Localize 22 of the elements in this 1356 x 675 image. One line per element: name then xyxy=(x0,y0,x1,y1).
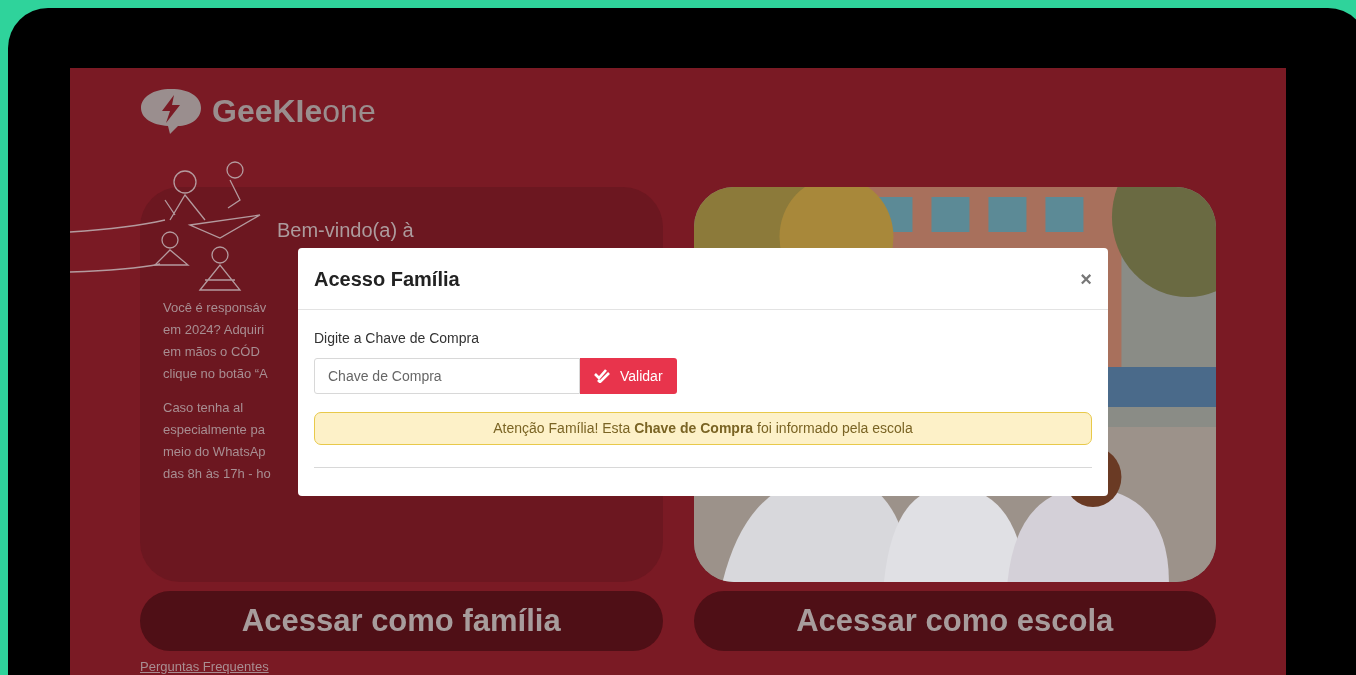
intro-text-line: meio do WhatsAp xyxy=(163,443,266,461)
field-label: Digite a Chave de Compra xyxy=(314,329,480,348)
logo-suffix: one xyxy=(322,92,376,131)
validate-button[interactable]: Validar xyxy=(580,358,677,394)
notice-alert: Atenção Família! Esta Chave de Compra foi informado pela escola xyxy=(314,412,1092,445)
logo-wordmark: GeeKIe xyxy=(212,92,323,131)
purchase-key-field[interactable]: Chave de Compra xyxy=(314,358,580,394)
lightning-bubble-icon xyxy=(140,87,202,135)
double-check-icon xyxy=(594,369,610,383)
intro-text-line: em 2024? Adquiri xyxy=(163,321,265,339)
intro-text-line: das 8h às 17h - ho xyxy=(163,465,271,483)
dialog-title: Acesso Família xyxy=(314,266,460,292)
intro-text-line: em mãos o CÓD xyxy=(163,343,260,361)
faq-link[interactable]: Perguntas Frequentes xyxy=(140,657,269,675)
access-button[interactable]: Acessar como escola xyxy=(693,591,1216,651)
close-button[interactable]: × xyxy=(1080,268,1092,289)
welcome-greeting: Bem-vindo(a) à xyxy=(277,218,415,243)
access-button[interactable]: Acessar como família xyxy=(140,591,663,651)
intro-text-line: especialmente pa xyxy=(163,421,265,439)
intro-text-line: clique no botão “A xyxy=(163,365,268,383)
intro-text-line: Caso tenha al xyxy=(163,399,244,417)
intro-text-line: Você é responsáv xyxy=(163,299,267,317)
